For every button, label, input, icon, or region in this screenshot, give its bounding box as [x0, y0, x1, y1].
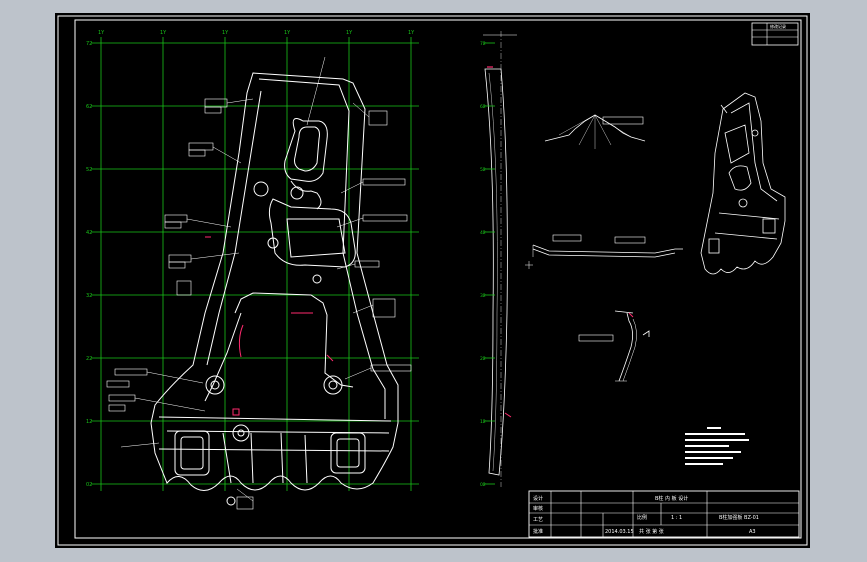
technical-notes — [685, 427, 749, 465]
grid-left-label: 72 — [86, 41, 92, 47]
grid-left-label: 32 — [86, 293, 92, 299]
grid-top-label: 1Y — [98, 30, 105, 36]
scale-value: 1 : 1 — [671, 515, 682, 521]
scale-label: 比例 — [637, 514, 647, 521]
section-view-top — [544, 114, 646, 149]
grid-left-label: 02 — [86, 482, 92, 488]
side-view-label: 12 — [480, 419, 486, 425]
date-text: 2014.03.15 — [605, 529, 634, 535]
grid-top-label: 1Y — [222, 30, 229, 36]
title-block: 设计 审核 工艺 批准 B柱 内 板 设计 比例 1 : 1 2014.03.1… — [528, 490, 800, 538]
leader-lines — [120, 56, 374, 502]
grid-top-label: 1Y — [408, 30, 415, 36]
main-part-view — [150, 72, 399, 506]
cad-drawing: 修改记录 1Y 1Y 1Y 1Y 1Y 1Y 72 62 52 42 32 22 12 02 — [57, 15, 808, 546]
sheet-border-outer — [57, 15, 808, 546]
side-view-ticks: 72 62 52 42 32 22 12 02 — [480, 41, 495, 488]
section-view-middle — [525, 234, 683, 269]
sheet-text: 共 张 第 张 — [639, 528, 664, 535]
revision-box-label: 修改记录 — [770, 23, 786, 29]
sheet-border-inner — [74, 19, 802, 539]
side-view: 72 62 52 42 32 22 12 02 — [480, 31, 517, 488]
drawing-sheet: 修改记录 1Y 1Y 1Y 1Y 1Y 1Y 72 62 52 42 32 22 12 02 — [55, 13, 810, 548]
section-view-bottom — [578, 310, 650, 382]
grid-top-label: 1Y — [346, 30, 353, 36]
grid-top-label: 1Y — [160, 30, 167, 36]
grid-left-labels: 72 62 52 42 32 22 12 02 — [86, 41, 92, 488]
grid-left-label: 62 — [86, 104, 92, 110]
grid-lines — [91, 37, 419, 491]
side-view-label: 72 — [480, 41, 486, 47]
side-view-label: 02 — [480, 482, 486, 488]
material: A3 — [749, 529, 756, 535]
side-view-label: 32 — [480, 293, 486, 299]
viewport: 修改记录 1Y 1Y 1Y 1Y 1Y 1Y 72 62 52 42 32 22 12 02 — [0, 0, 867, 562]
side-view-label: 62 — [480, 104, 486, 110]
title-row-2: 审核 — [533, 505, 543, 512]
highlight-marks — [205, 236, 334, 416]
isometric-view — [700, 92, 786, 275]
title-row-4: 批准 — [533, 528, 543, 535]
title-row-1: 设计 — [533, 495, 543, 502]
side-view-label: 52 — [480, 167, 486, 173]
drawing-number: B柱加强板 BZ-01 — [719, 514, 759, 521]
side-view-label: 42 — [480, 230, 486, 236]
grid-left-label: 22 — [86, 356, 92, 362]
part-title: B柱 内 板 设计 — [655, 495, 688, 502]
grid-left-label: 12 — [86, 419, 92, 425]
grid-top-labels: 1Y 1Y 1Y 1Y 1Y 1Y — [98, 30, 415, 36]
grid-left-label: 52 — [86, 167, 92, 173]
grid-left-label: 42 — [86, 230, 92, 236]
title-row-3: 工艺 — [533, 517, 543, 523]
revision-box: 修改记录 — [751, 22, 799, 46]
grid-top-label: 1Y — [284, 30, 291, 36]
side-view-label: 22 — [480, 356, 486, 362]
